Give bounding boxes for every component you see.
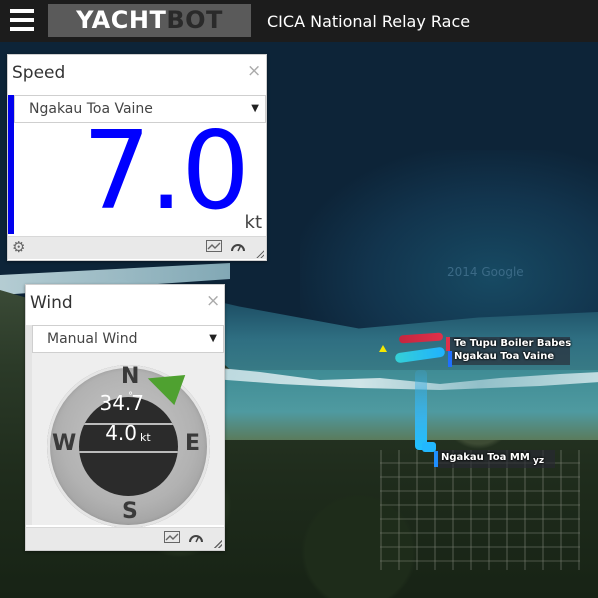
boat-label[interactable]: Te Tupu Boiler Babes [454, 338, 571, 349]
chart-icon[interactable] [206, 240, 222, 256]
compass-south: S [122, 499, 138, 524]
compass-east: E [185, 431, 201, 456]
speed-value: 7.0 [82, 109, 250, 234]
boat-label-partial[interactable]: yz [533, 456, 544, 466]
chart-icon[interactable] [164, 531, 180, 547]
panel-toolbar [26, 527, 224, 550]
divider [79, 451, 178, 453]
resize-handle[interactable] [214, 540, 222, 548]
wind-direction-value: 34.7 [99, 391, 144, 415]
resize-handle[interactable] [256, 250, 264, 258]
gauge-icon[interactable] [230, 240, 246, 256]
logo-text-bot: BOT [166, 6, 223, 34]
gear-icon[interactable]: ⚙ [12, 238, 25, 256]
caret-down-icon: ▼ [251, 103, 259, 114]
close-icon[interactable]: × [206, 291, 220, 311]
yachtbot-logo: YACHTBOT [48, 4, 251, 37]
top-bar: YACHTBOT CICA National Relay Race [0, 0, 598, 42]
boat-track-ngakau-toa-mm [415, 370, 427, 450]
wind-source-value: Manual Wind [47, 331, 138, 347]
close-icon[interactable]: × [247, 61, 261, 81]
boat-marker[interactable] [446, 337, 450, 351]
wind-direction-arrow-icon [142, 363, 186, 406]
logo-text-yacht: YACHT [76, 6, 167, 34]
panel-title: Speed [12, 63, 66, 83]
caret-down-icon: ▼ [209, 333, 217, 344]
gauge-icon[interactable] [188, 531, 204, 547]
speed-unit: kt [244, 212, 262, 233]
speed-panel[interactable]: Speed × Ngakau Toa Vaine ▼ 7.0 kt ⚙ [7, 54, 267, 261]
boat-marker[interactable] [434, 451, 438, 467]
compass-west: W [52, 431, 77, 456]
wind-panel[interactable]: Wind × Manual Wind ▼ N S W E 34.7 ° 4.0 … [25, 284, 225, 551]
compass-dial: N S W E 34.7 ° 4.0 kt [47, 363, 210, 528]
boat-label[interactable]: Ngakau Toa Vaine [454, 351, 554, 362]
wind-speed-value: 4.0 [105, 421, 137, 445]
panel-title: Wind [30, 293, 73, 313]
speed-readout: 7.0 kt [14, 109, 266, 234]
menu-icon[interactable] [10, 9, 34, 31]
boat-marker[interactable] [448, 351, 452, 367]
wind-readout: N S W E 34.7 ° 4.0 kt [32, 353, 224, 528]
boat-label[interactable]: Ngakau Toa MM [441, 452, 530, 463]
course-mark-icon[interactable] [379, 345, 387, 352]
degree-symbol: ° [128, 391, 133, 402]
wind-source-select[interactable]: Manual Wind ▼ [32, 325, 224, 353]
compass-north: N [121, 364, 140, 389]
panel-toolbar: ⚙ [8, 236, 266, 259]
town-area [380, 450, 580, 570]
map-copyright: 2014 Google [447, 265, 524, 279]
wind-speed-unit: kt [140, 431, 151, 444]
page-title: CICA National Relay Race [267, 12, 471, 31]
